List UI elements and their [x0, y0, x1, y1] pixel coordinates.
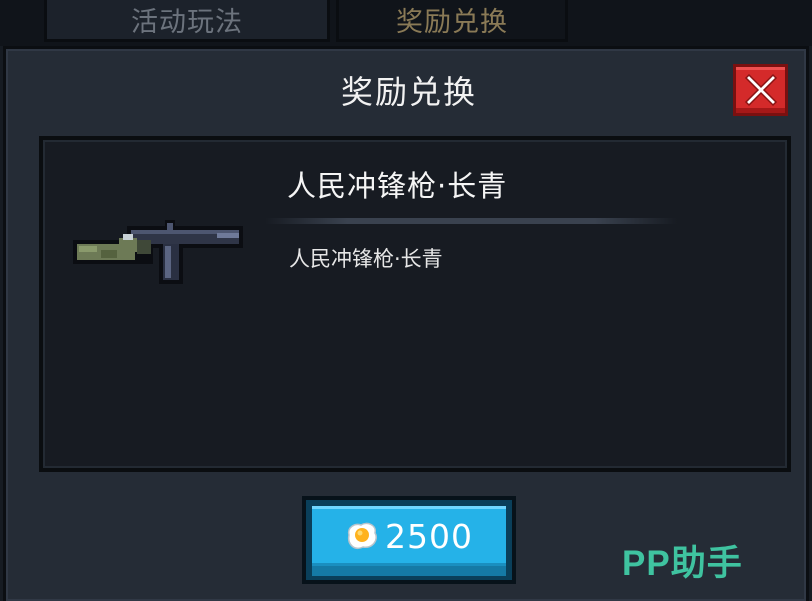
price-button-face: 2500	[312, 506, 506, 566]
exchange-price-button[interactable]: 2500	[302, 496, 516, 584]
item-card: 人民冲锋枪·长青 人民冲锋枪·长青	[39, 136, 791, 472]
divider	[265, 218, 677, 224]
close-button[interactable]	[733, 64, 788, 116]
close-x-icon	[744, 73, 777, 107]
pp-assistant-watermark: PP助手	[622, 544, 743, 583]
reward-exchange-dialog: 奖励兑换 人民冲锋枪·长青 人民冲锋枪·长青 2500	[3, 46, 809, 601]
tab-activity[interactable]: 活动玩法	[44, 0, 330, 42]
tab-reward-exchange[interactable]: 奖励兑换	[336, 0, 568, 42]
item-description: 人民冲锋枪·长青	[289, 247, 443, 271]
submachine-gun-icon	[73, 220, 243, 284]
tab-bar: 活动玩法 奖励兑换	[0, 0, 812, 46]
price-value: 2500	[385, 516, 473, 556]
price-button-ledge	[312, 566, 506, 576]
dialog-title: 奖励兑换	[340, 73, 477, 111]
fried-egg-icon	[347, 522, 377, 549]
item-name: 人民冲锋枪·长青	[287, 169, 508, 203]
